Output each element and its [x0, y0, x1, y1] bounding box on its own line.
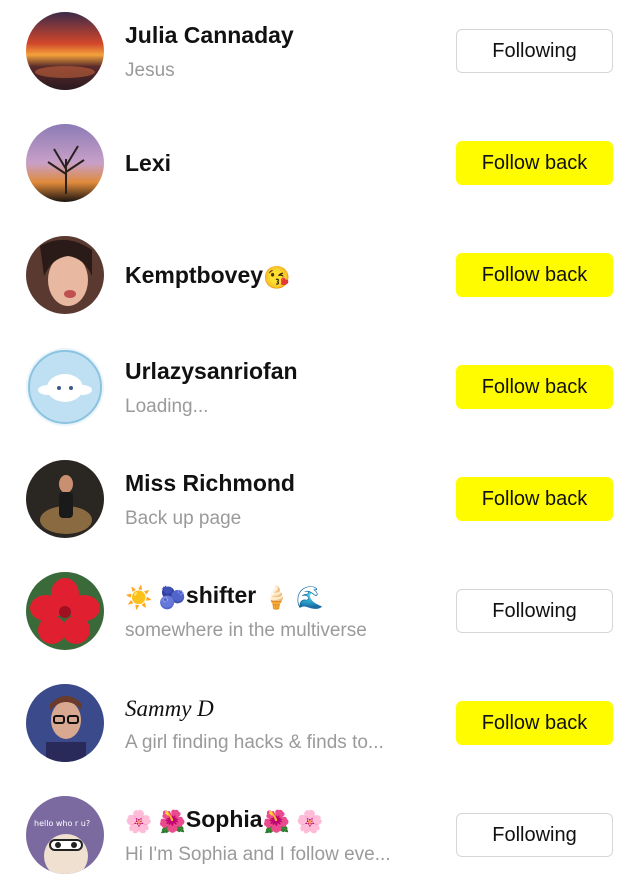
flower-emoji-icon: 🌸 🌺	[125, 809, 186, 834]
selfie-photo-icon	[26, 236, 104, 314]
avatar[interactable]: hello who r u?	[26, 796, 104, 874]
follow-back-button[interactable]: Follow back	[456, 253, 613, 297]
avatar[interactable]	[26, 348, 104, 426]
list-item[interactable]: Julia Cannaday Jesus Following	[0, 0, 640, 112]
list-item[interactable]: Urlazysanriofan Loading... Follow back	[0, 336, 640, 448]
sunset-photo-icon	[26, 12, 104, 90]
following-button[interactable]: Following	[456, 29, 613, 73]
followers-list: Julia Cannaday Jesus Following Lexi Foll…	[0, 0, 640, 874]
red-hibiscus-photo-icon	[26, 572, 104, 650]
avatar-caption: hello who r u?	[34, 819, 90, 828]
list-item[interactable]: hello who r u? 🌸 🌺Sophia🌺 🌸 Hi I'm Sophi…	[0, 784, 640, 896]
following-button[interactable]: Following	[456, 589, 613, 633]
display-name: ☀️ 🫐shifter 🍦 🌊	[125, 582, 324, 610]
hello-who-r-u-photo-icon: hello who r u?	[26, 796, 104, 874]
list-item[interactable]: Sammy D A girl finding hacks & finds to.…	[0, 672, 640, 784]
display-name: Lexi	[125, 150, 172, 176]
avatar[interactable]	[26, 684, 104, 762]
subtitle: Back up page	[125, 508, 242, 529]
subtitle: Jesus	[125, 60, 175, 81]
display-name: Miss Richmond	[125, 470, 295, 496]
kiss-emoji-icon: 😘	[263, 265, 291, 290]
subtitle: A girl finding hacks & finds to...	[125, 732, 384, 753]
display-name: Sammy D	[125, 696, 214, 721]
follow-back-button[interactable]: Follow back	[456, 477, 613, 521]
cinnamoroll-badge-icon	[26, 348, 104, 426]
display-name: Urlazysanriofan	[125, 358, 298, 384]
list-item[interactable]: Kemptbovey😘 Follow back	[0, 224, 640, 336]
display-name: Kemptbovey😘	[125, 262, 291, 290]
list-item[interactable]: ☀️ 🫐shifter 🍦 🌊 somewhere in the multive…	[0, 560, 640, 672]
avatar[interactable]	[26, 572, 104, 650]
list-item[interactable]: Lexi Follow back	[0, 112, 640, 224]
glasses-selfie-photo-icon	[26, 684, 104, 762]
sun-blueberry-emoji-icon: ☀️ 🫐	[125, 585, 186, 610]
follow-back-button[interactable]: Follow back	[456, 141, 613, 185]
subtitle: Loading...	[125, 396, 209, 417]
avatar[interactable]	[26, 236, 104, 314]
display-name: 🌸 🌺Sophia🌺 🌸	[125, 806, 324, 834]
follow-back-button[interactable]: Follow back	[456, 701, 613, 745]
display-name: Julia Cannaday	[125, 22, 294, 48]
follow-back-button[interactable]: Follow back	[456, 365, 613, 409]
subtitle: Hi I'm Sophia and I follow eve...	[125, 844, 391, 865]
icecream-wave-emoji-icon: 🍦 🌊	[262, 585, 324, 610]
avatar[interactable]	[26, 460, 104, 538]
list-item[interactable]: Miss Richmond Back up page Follow back	[0, 448, 640, 560]
flower-emoji-icon: 🌺 🌸	[262, 809, 324, 834]
following-button[interactable]: Following	[456, 813, 613, 857]
subtitle: somewhere in the multiverse	[125, 620, 367, 641]
bare-tree-sunset-photo-icon	[26, 124, 104, 202]
avatar[interactable]	[26, 124, 104, 202]
person-chair-photo-icon	[26, 460, 104, 538]
avatar[interactable]	[26, 12, 104, 90]
